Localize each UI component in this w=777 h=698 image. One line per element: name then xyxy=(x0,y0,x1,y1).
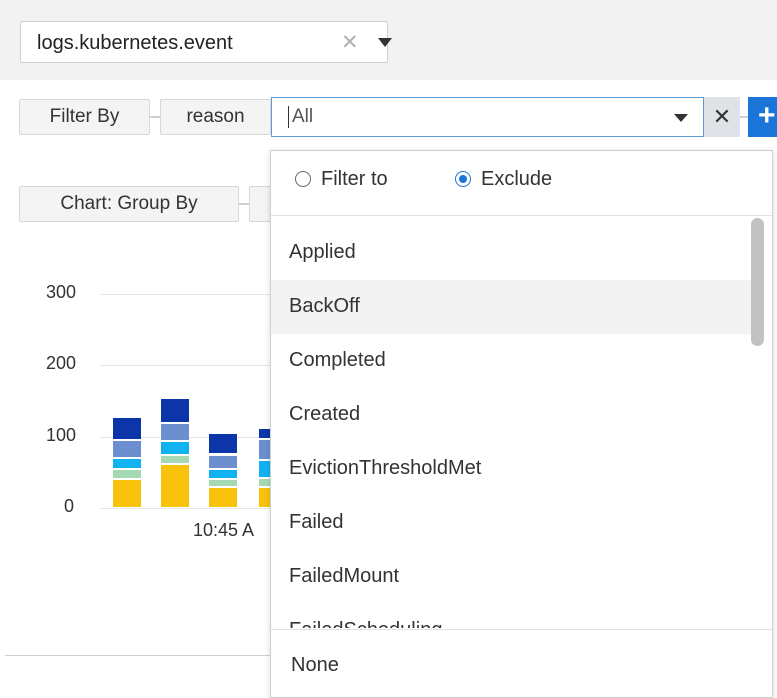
filter-mode-row: Filter to Exclude xyxy=(271,151,772,216)
scrollbar[interactable] xyxy=(751,218,764,346)
bar-segment[interactable] xyxy=(113,469,141,479)
bar-segment[interactable] xyxy=(113,417,141,440)
bar-segment[interactable] xyxy=(113,441,141,458)
bar-segment[interactable] xyxy=(161,456,189,463)
none-option[interactable]: None xyxy=(291,654,339,677)
option-item[interactable]: FailedScheduling xyxy=(271,604,751,628)
bar-segment[interactable] xyxy=(209,487,237,507)
bar-segment[interactable] xyxy=(161,399,189,423)
option-item[interactable]: EvictionThresholdMet xyxy=(271,442,751,496)
filter-dropdown: Filter to Exclude Applied BackOff Complete… xyxy=(270,150,773,698)
dropdown-footer: None xyxy=(271,629,772,697)
bar-segment[interactable] xyxy=(113,480,141,507)
y-tick-label: 200 xyxy=(46,353,77,374)
option-item[interactable]: FailedMount xyxy=(271,550,751,604)
option-list: Applied BackOff Completed Created EvictionTh… xyxy=(271,226,772,628)
bar-segment[interactable] xyxy=(209,434,237,454)
bar-segment[interactable] xyxy=(161,424,189,440)
chart-divider xyxy=(5,655,270,656)
bar-segment[interactable] xyxy=(113,459,141,468)
bar-segment[interactable] xyxy=(209,455,237,468)
y-tick-label: 100 xyxy=(46,424,77,445)
option-item[interactable]: Failed xyxy=(271,496,751,550)
filter-to-label[interactable]: Filter to xyxy=(321,168,388,191)
option-item[interactable]: BackOff xyxy=(271,280,751,334)
x-tick-label: 10:45 A xyxy=(193,520,255,540)
bar-segment[interactable] xyxy=(161,441,189,455)
y-tick-label: 300 xyxy=(46,282,77,302)
option-item[interactable]: Created xyxy=(271,388,751,442)
option-item[interactable]: Completed xyxy=(271,334,751,388)
bar-segment[interactable] xyxy=(209,480,237,486)
filter-to-radio[interactable] xyxy=(295,171,311,187)
option-item[interactable]: Applied xyxy=(271,226,751,280)
y-tick-label: 0 xyxy=(64,496,75,516)
bar-segment[interactable] xyxy=(161,464,189,507)
bar-segment[interactable] xyxy=(209,469,237,479)
exclude-label[interactable]: Exclude xyxy=(481,168,552,191)
exclude-radio[interactable] xyxy=(455,171,471,187)
